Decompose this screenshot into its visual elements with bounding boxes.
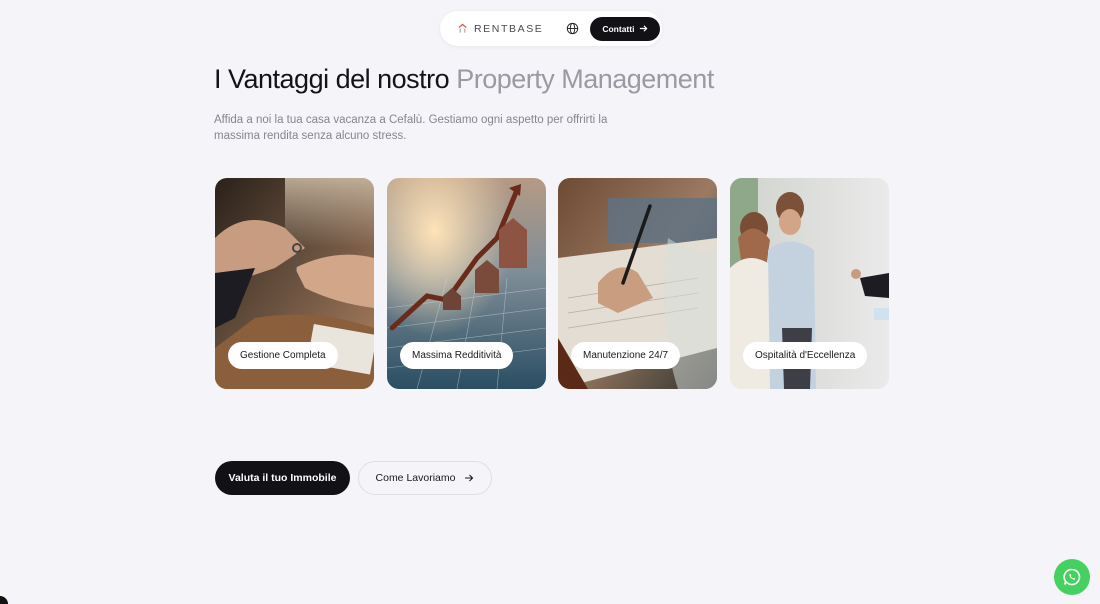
feature-card-gestione[interactable]: Gestione Completa [215, 178, 374, 389]
feature-card-redditivita[interactable]: Massima Redditività [387, 178, 546, 389]
page-title-primary: I Vantaggi del nostro [214, 64, 450, 94]
page-title-accent: Property Management [456, 64, 714, 94]
feature-card-manutenzione[interactable]: Manutenzione 24/7 [558, 178, 717, 389]
feature-card-label: Massima Redditività [400, 342, 514, 369]
contact-button-label: Contatti [602, 23, 635, 34]
how-we-work-button[interactable]: Come Lavoriamo [358, 461, 492, 495]
feature-card-ospitalita[interactable]: Ospitalità d'Eccellenza [730, 178, 889, 389]
feature-card-label: Gestione Completa [228, 342, 338, 369]
page-subtitle: Affida a noi la tua casa vacanza a Cefal… [214, 114, 608, 142]
contact-button[interactable]: Contatti [590, 16, 661, 41]
arrow-right-icon [465, 474, 474, 482]
brand-logo[interactable]: RENTBASE [457, 23, 543, 35]
whatsapp-button[interactable] [1054, 559, 1090, 595]
page: RENTBASE Contatti I Vantaggi del nostro … [0, 0, 1100, 604]
brand-name: RENTBASE [474, 22, 544, 35]
how-we-work-label: Come Lavoriamo [375, 472, 456, 484]
feature-card-label: Manutenzione 24/7 [571, 342, 681, 369]
feature-card-label: Ospitalità d'Eccellenza [743, 342, 868, 369]
page-title: I Vantaggi del nostro Property Managemen… [214, 64, 714, 95]
evaluate-property-label: Valuta il tuo Immobile [228, 472, 337, 484]
evaluate-property-button[interactable]: Valuta il tuo Immobile [215, 461, 350, 495]
whatsapp-icon [1063, 568, 1081, 586]
arrow-right-icon [640, 25, 648, 32]
window-corner [0, 596, 8, 604]
globe-icon[interactable] [566, 22, 579, 35]
top-nav: RENTBASE Contatti [440, 11, 662, 46]
logo-mark-icon [458, 23, 467, 33]
